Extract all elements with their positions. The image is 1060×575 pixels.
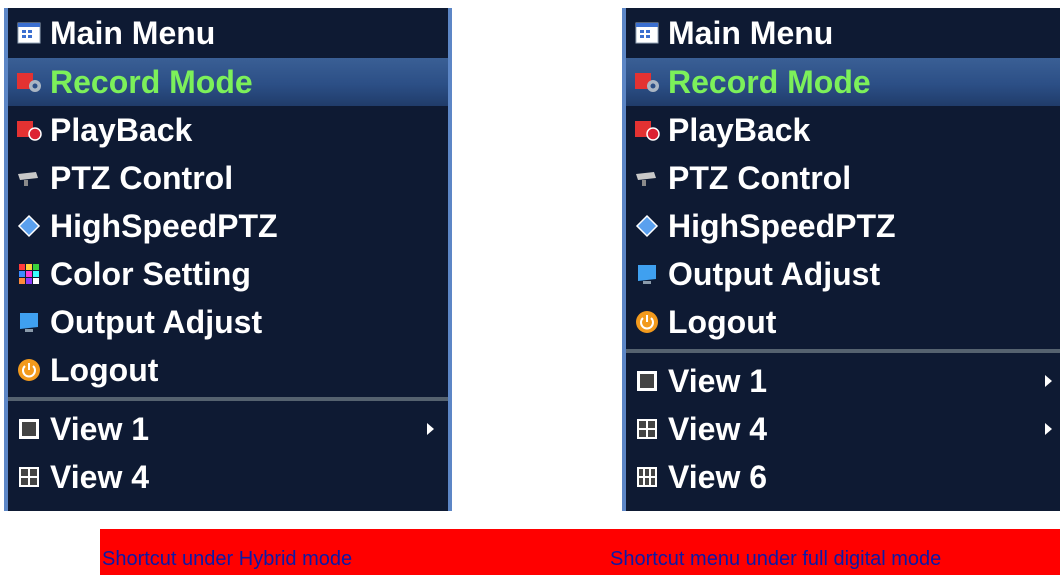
menu-item-label: View 4 — [668, 410, 768, 447]
playback-icon — [16, 117, 42, 143]
menu-divider — [8, 397, 448, 401]
menu-item-label: Color Setting — [50, 255, 251, 292]
menu-item-label: View 1 — [668, 362, 768, 399]
menu-item-highspeedptz[interactable]: HighSpeedPTZ — [8, 202, 448, 250]
menu-item-output-adjust[interactable]: Output Adjust — [626, 250, 1060, 298]
color-setting-icon — [16, 261, 42, 287]
logout-icon — [16, 357, 42, 383]
menu-item-label: Logout — [668, 303, 777, 340]
caption-hybrid: Shortcut under Hybrid mode — [102, 548, 353, 570]
menu-item-output-adjust[interactable]: Output Adjust — [8, 298, 448, 346]
menu-item-label: PTZ Control — [668, 159, 852, 196]
hybrid-shortcut-menu: Main Menu Record Mode PlayBack PTZ Contr… — [4, 8, 452, 511]
menu-title: Main Menu — [8, 8, 448, 58]
output-adjust-icon — [16, 309, 42, 335]
menu-item-playback[interactable]: PlayBack — [626, 106, 1060, 154]
menu-item-label: PlayBack — [668, 111, 811, 148]
menu-item-color-setting[interactable]: Color Setting — [8, 250, 448, 298]
output-adjust-icon — [634, 261, 660, 287]
view4-icon — [16, 464, 42, 490]
menu-item-logout[interactable]: Logout — [8, 346, 448, 394]
menu-item-label: Record Mode — [50, 63, 253, 100]
menu-item-view-1[interactable]: View 1 — [626, 357, 1060, 405]
stage: Main Menu Record Mode PlayBack PTZ Contr… — [0, 0, 1060, 575]
menu-item-label: View 1 — [50, 410, 150, 447]
menu-item-view-4[interactable]: View 4 — [626, 405, 1060, 453]
menu-item-label: Output Adjust — [668, 255, 881, 292]
menu-item-label: HighSpeedPTZ — [50, 207, 278, 244]
logout-icon — [634, 309, 660, 335]
highspeed-ptz-icon — [16, 213, 42, 239]
menu-item-view-4[interactable]: View 4 — [8, 453, 448, 501]
menu-title: Main Menu — [626, 8, 1060, 58]
view6-icon — [634, 464, 660, 490]
submenu-arrow-icon — [1045, 423, 1052, 435]
menu-item-label: PlayBack — [50, 111, 193, 148]
menu-item-view-1[interactable]: View 1 — [8, 405, 448, 453]
menu-divider — [626, 349, 1060, 353]
menu-item-label: Record Mode — [668, 63, 871, 100]
submenu-arrow-icon — [427, 423, 434, 435]
menu-item-ptz-control[interactable]: PTZ Control — [8, 154, 448, 202]
menu-item-logout[interactable]: Logout — [626, 298, 1060, 346]
digital-shortcut-menu: Main Menu Record Mode PlayBack PTZ Contr… — [622, 8, 1060, 511]
submenu-arrow-icon — [1045, 375, 1052, 387]
menu-title-label: Main Menu — [668, 14, 834, 51]
menu-item-label: PTZ Control — [50, 159, 234, 196]
record-mode-icon — [634, 69, 660, 95]
menu-item-label: HighSpeedPTZ — [668, 207, 896, 244]
record-mode-icon — [16, 69, 42, 95]
menu-item-highspeedptz[interactable]: HighSpeedPTZ — [626, 202, 1060, 250]
menu-item-view-6[interactable]: View 6 — [626, 453, 1060, 501]
ptz-control-icon — [16, 165, 42, 191]
ptz-control-icon — [634, 165, 660, 191]
highspeed-ptz-icon — [634, 213, 660, 239]
view1-icon — [16, 416, 42, 442]
menu-item-record-mode[interactable]: Record Mode — [8, 58, 448, 106]
menu-item-label: Output Adjust — [50, 303, 263, 340]
menu-item-record-mode[interactable]: Record Mode — [626, 58, 1060, 106]
caption-digital: Shortcut menu under full digital mode — [610, 548, 942, 570]
menu-item-label: View 4 — [50, 458, 150, 495]
playback-icon — [634, 117, 660, 143]
menu-item-label: Logout — [50, 351, 159, 388]
view4-icon — [634, 416, 660, 442]
menu-item-ptz-control[interactable]: PTZ Control — [626, 154, 1060, 202]
menu-item-label: View 6 — [668, 458, 768, 495]
menu-title-label: Main Menu — [50, 14, 216, 51]
main-menu-icon — [634, 20, 660, 46]
main-menu-icon — [16, 20, 42, 46]
view1-icon — [634, 368, 660, 394]
menu-item-playback[interactable]: PlayBack — [8, 106, 448, 154]
